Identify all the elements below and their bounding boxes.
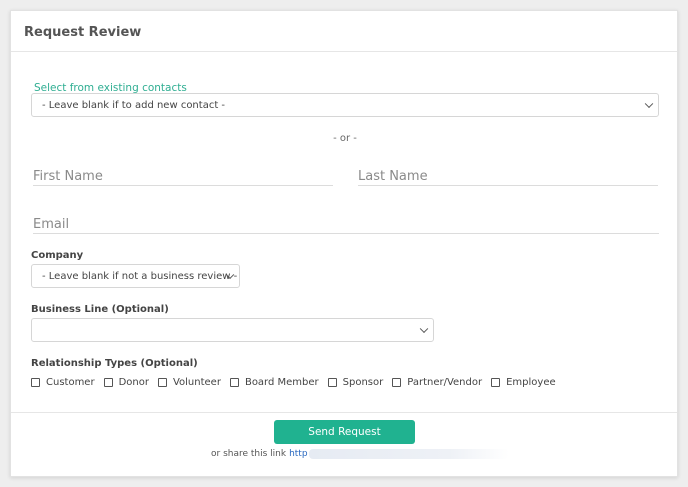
relationship-types-checkboxes: Customer Donor Volunteer Board Member Sp… xyxy=(31,377,565,388)
email-input[interactable] xyxy=(33,216,659,234)
last-name-input[interactable] xyxy=(358,168,658,186)
card-header: Request Review xyxy=(11,11,677,52)
checkbox-box[interactable] xyxy=(327,378,337,387)
company-select[interactable]: - Leave blank if not a business review - xyxy=(31,264,240,288)
share-link[interactable]: http xyxy=(289,449,307,459)
share-text: or share this link xyxy=(211,449,287,459)
share-link-row: or share this link http xyxy=(211,449,509,459)
checkbox-employee[interactable]: Employee xyxy=(491,377,556,388)
company-label: Company xyxy=(31,250,84,261)
checkbox-box[interactable] xyxy=(491,378,501,387)
checkbox-label: Partner/Vendor xyxy=(407,377,483,388)
page-title: Request Review xyxy=(24,25,142,40)
checkbox-label: Board Member xyxy=(244,377,319,388)
business-line-select[interactable] xyxy=(31,318,434,342)
or-separator: - or - xyxy=(333,133,357,144)
checkbox-volunteer[interactable]: Volunteer xyxy=(157,377,221,388)
checkbox-box[interactable] xyxy=(31,378,40,387)
checkbox-box[interactable] xyxy=(157,378,167,387)
chevron-down-icon xyxy=(644,99,654,109)
checkbox-partner-vendor[interactable]: Partner/Vendor xyxy=(392,377,482,388)
checkbox-donor[interactable]: Donor xyxy=(103,377,149,388)
request-review-card: Request Review Select from existing cont… xyxy=(10,10,678,477)
footer-divider xyxy=(11,412,677,413)
checkbox-box[interactable] xyxy=(229,378,239,387)
checkbox-label: Volunteer xyxy=(172,377,221,388)
checkbox-label: Employee xyxy=(506,377,556,388)
redacted-link-blur xyxy=(308,449,509,459)
checkbox-box[interactable] xyxy=(103,378,113,387)
contacts-select-value: - Leave blank if to add new contact - xyxy=(42,99,226,111)
company-select-value: - Leave blank if not a business review - xyxy=(42,270,238,282)
checkbox-label: Donor xyxy=(118,377,149,388)
checkbox-customer[interactable]: Customer xyxy=(31,377,95,388)
checkbox-sponsor[interactable]: Sponsor xyxy=(327,377,384,388)
checkbox-label: Sponsor xyxy=(342,377,384,388)
checkbox-label: Customer xyxy=(46,377,95,388)
send-request-button[interactable]: Send Request xyxy=(274,420,415,444)
business-line-label: Business Line (Optional) xyxy=(31,304,169,315)
contacts-select[interactable]: - Leave blank if to add new contact - xyxy=(31,93,659,117)
checkbox-box[interactable] xyxy=(392,378,402,387)
first-name-input[interactable] xyxy=(33,168,333,186)
chevron-down-icon xyxy=(419,324,429,334)
relationship-types-label: Relationship Types (Optional) xyxy=(31,358,198,369)
checkbox-board-member[interactable]: Board Member xyxy=(229,377,319,388)
